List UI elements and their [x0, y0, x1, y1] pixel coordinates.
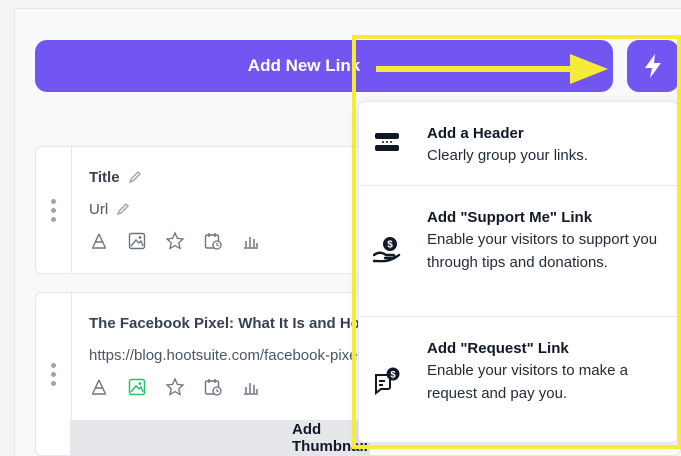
link-url[interactable]: Url — [89, 201, 108, 218]
share-icon[interactable] — [89, 231, 109, 251]
pencil-icon[interactable] — [116, 202, 130, 216]
star-icon[interactable] — [165, 231, 185, 251]
image-icon[interactable] — [127, 377, 147, 397]
link-title[interactable]: The Facebook Pixel: What It Is and How — [89, 315, 372, 332]
schedule-icon[interactable] — [203, 231, 223, 251]
schedule-icon[interactable] — [203, 377, 223, 397]
add-thumbnail-bar[interactable]: Add Thumbnail — [70, 420, 370, 456]
link-url[interactable]: https://blog.hootsuite.com/facebook-pixe… — [89, 347, 365, 364]
add-new-link-label: Add New Link — [247, 56, 361, 75]
drag-handle-icon[interactable] — [36, 293, 72, 455]
share-icon[interactable] — [89, 377, 109, 397]
star-icon[interactable] — [165, 377, 185, 397]
image-icon[interactable] — [127, 231, 147, 251]
drag-handle-icon[interactable] — [36, 147, 72, 273]
pencil-icon[interactable] — [128, 170, 142, 184]
link-title[interactable]: Title — [89, 169, 120, 186]
analytics-icon[interactable] — [241, 377, 261, 397]
highlight-annotation — [352, 35, 681, 449]
analytics-icon[interactable] — [241, 231, 261, 251]
